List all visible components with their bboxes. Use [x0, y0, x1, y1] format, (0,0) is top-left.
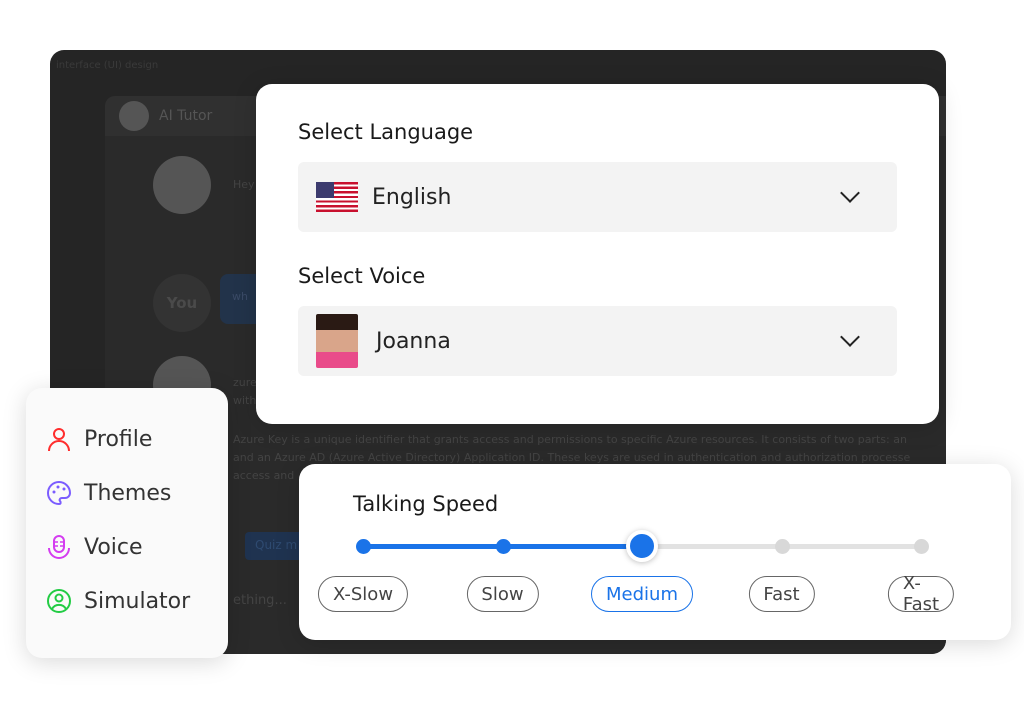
language-select[interactable]: English — [298, 162, 897, 232]
us-flag-icon — [316, 182, 358, 212]
menu-item-label: Simulator — [84, 588, 191, 614]
menu-item-voice[interactable]: Voice — [46, 520, 208, 574]
palette-icon — [47, 480, 72, 506]
quiz-button[interactable]: Quiz m — [245, 532, 308, 560]
slider-stop[interactable] — [914, 539, 929, 554]
menu-item-label: Voice — [84, 534, 143, 560]
voice-label: Select Voice — [298, 264, 426, 288]
tutor-avatar — [119, 101, 149, 131]
language-value: English — [372, 184, 452, 210]
settings-menu: Profile Themes Voice Simulator — [26, 388, 228, 658]
chevron-down-icon — [840, 183, 860, 203]
menu-item-label: Profile — [84, 426, 153, 452]
reply-text: zure — [233, 376, 257, 389]
speed-option-x-fast[interactable]: X-Fast — [887, 573, 955, 615]
tutor-avatar — [153, 156, 211, 214]
speed-label: Talking Speed — [353, 492, 499, 516]
voice-avatar — [316, 314, 358, 368]
menu-item-label: Themes — [84, 480, 172, 506]
user-avatar: You — [153, 274, 211, 332]
chat-title: AI Tutor — [159, 108, 213, 124]
language-label: Select Language — [298, 120, 474, 144]
voice-value: Joanna — [376, 328, 451, 354]
speed-option-medium[interactable]: Medium — [591, 576, 693, 612]
menu-item-themes[interactable]: Themes — [46, 466, 208, 520]
reply-text: with — [233, 394, 257, 407]
user-icon — [48, 428, 70, 452]
slider-stop[interactable] — [774, 539, 790, 554]
slider-stop[interactable] — [356, 539, 371, 554]
reply-text: Azure Key is a unique identifier that gr… — [233, 433, 907, 446]
slider-knob[interactable] — [626, 530, 658, 562]
menu-item-simulator[interactable]: Simulator — [46, 574, 208, 628]
menu-item-profile[interactable]: Profile — [46, 412, 208, 466]
chevron-down-icon — [840, 327, 860, 347]
speed-option-slow[interactable]: Slow — [466, 576, 539, 612]
speed-option-fast[interactable]: Fast — [748, 576, 815, 612]
chat-input[interactable]: ething... — [233, 592, 287, 610]
speed-slider[interactable] — [353, 526, 957, 566]
breadcrumb: interface (UI) design — [56, 60, 159, 71]
microphone-icon — [48, 535, 70, 559]
user-circle-icon — [47, 589, 71, 613]
talking-speed-panel: Talking Speed X-Slow Slow Medium Fast X-Fast — [299, 464, 1011, 640]
slider-stop[interactable] — [495, 539, 511, 554]
reply-text: access and — [233, 469, 295, 482]
tutor-message: Hey — [233, 178, 255, 191]
voice-select[interactable]: Joanna — [298, 306, 897, 376]
speed-option-x-slow[interactable]: X-Slow — [317, 576, 409, 612]
language-voice-panel: Select Language English Select Voice Joa… — [256, 84, 939, 424]
